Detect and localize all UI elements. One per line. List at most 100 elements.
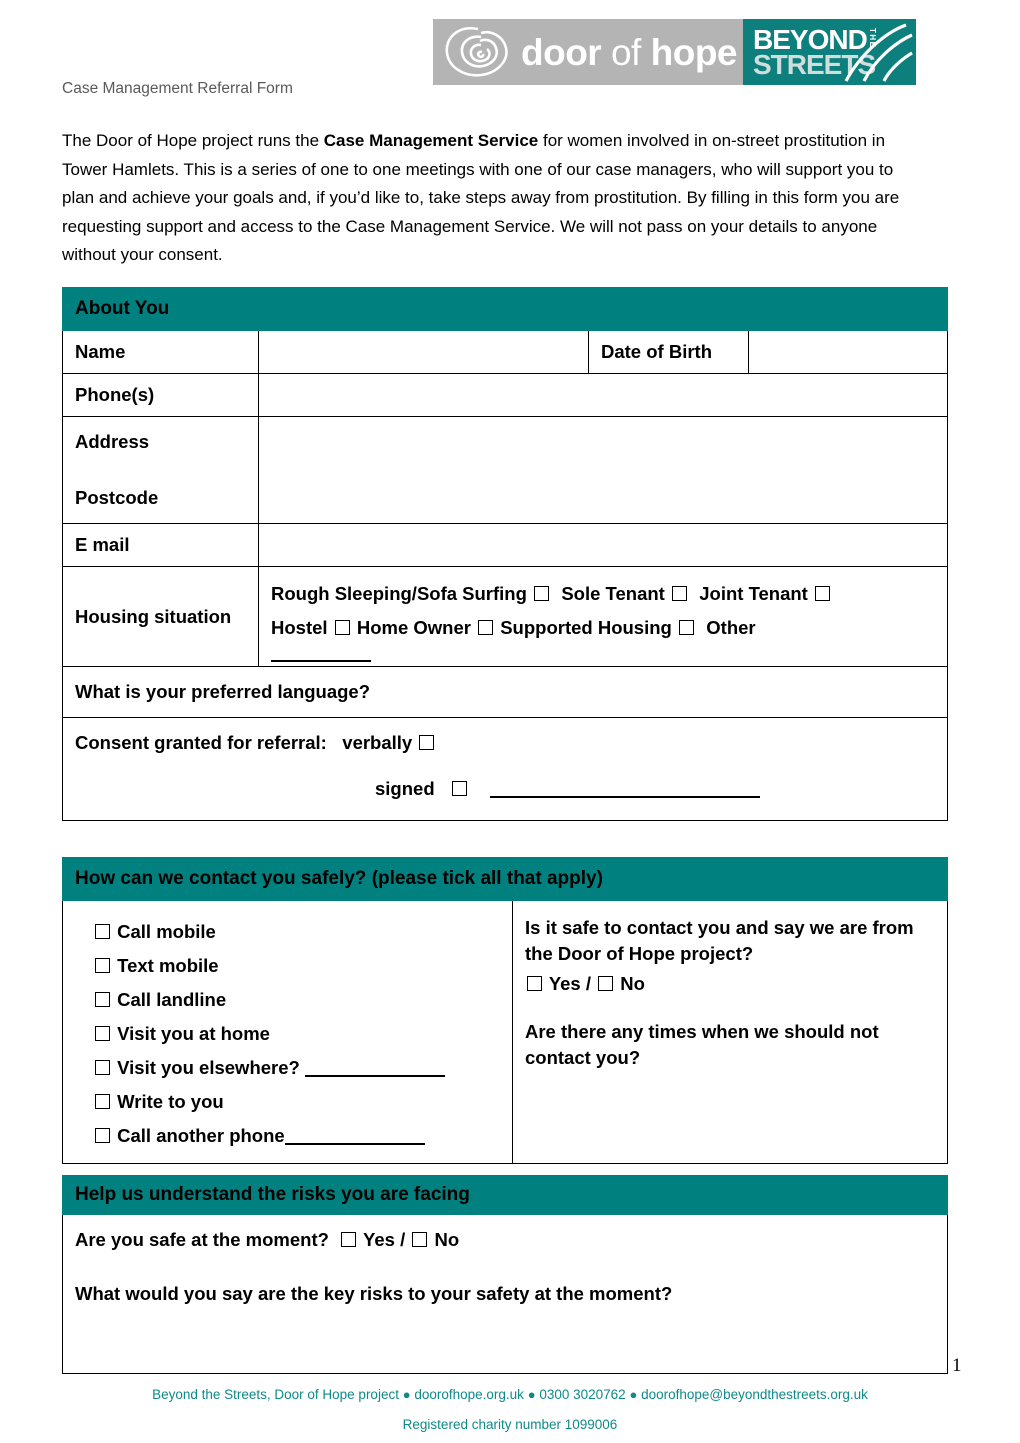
risks-questions-cell: Are you safe at the moment? Yes / No Wha…	[62, 1214, 948, 1374]
housing-option-sole-tenant-label: Sole Tenant	[561, 583, 665, 604]
address-input[interactable]	[257, 416, 949, 524]
intro-part-2: for women involved in on-street prostitu…	[62, 131, 900, 264]
contact-option-text-mobile-checkbox[interactable]	[95, 958, 110, 973]
date-of-birth-label: Date of Birth	[588, 330, 749, 374]
housing-options-row-1: Rough Sleeping/Sofa Surfing Sole Tenant …	[271, 577, 937, 611]
housing-option-home-owner-checkbox[interactable]	[478, 619, 494, 635]
are-you-safe-yes-checkbox[interactable]	[341, 1232, 357, 1247]
table-row-email: E mail	[62, 523, 949, 567]
contact-option-call-landline-label: Call landline	[117, 989, 227, 1010]
contact-option-visit-elsewhere[interactable]: Visit you elsewhere?	[93, 1051, 502, 1085]
no-contact-times-question: Are there any times when we should not c…	[525, 1021, 879, 1068]
footer-separator-1: ●	[402, 1387, 411, 1402]
housing-other-input-line[interactable]	[271, 660, 371, 662]
housing-option-supported-housing-checkbox[interactable]	[678, 619, 694, 635]
rose-spiral-icon	[441, 23, 515, 81]
housing-option-joint-tenant-label: Joint Tenant	[699, 583, 808, 604]
contact-option-call-landline-checkbox[interactable]	[95, 992, 110, 1007]
housing-option-sole-tenant-checkbox[interactable]	[671, 586, 687, 601]
housing-option-hostel-checkbox[interactable]	[334, 619, 350, 635]
preferred-language-cell[interactable]: What is your preferred language?	[61, 666, 949, 718]
key-risks-question: What would you say are the key risks to …	[75, 1283, 673, 1304]
safe-to-contact-no-checkbox[interactable]	[598, 976, 614, 991]
about-you-title-filler	[257, 287, 949, 331]
contact-option-call-another-phone-checkbox[interactable]	[95, 1128, 110, 1143]
contact-option-call-mobile-checkbox[interactable]	[95, 924, 110, 939]
beyond-the-streets-logo: BEYOND THE STREETS	[743, 19, 916, 85]
contact-option-call-another-phone-input-line[interactable]	[284, 1143, 425, 1145]
housing-options-cell: Rough Sleeping/Sofa Surfing Sole Tenant …	[257, 566, 949, 667]
contact-option-write-to-you-label: Write to you	[117, 1091, 224, 1112]
swoosh-lines-icon	[844, 23, 913, 82]
contact-option-visit-home[interactable]: Visit you at home	[93, 1017, 502, 1051]
risks-table: Help us understand the risks you are fac…	[62, 1175, 948, 1374]
consent-signed-label: signed	[375, 778, 435, 799]
preferred-language-question: What is your preferred language?	[75, 681, 371, 702]
contact-option-call-landline[interactable]: Call landline	[93, 983, 502, 1017]
page-footer: Beyond the Streets, Door of Hope project…	[0, 1380, 1020, 1440]
date-of-birth-input[interactable]	[747, 330, 949, 374]
safe-to-contact-slash: /	[585, 973, 591, 994]
page-number: 1	[952, 1355, 962, 1376]
contact-option-call-another-phone-label: Call another phone	[117, 1125, 285, 1146]
are-you-safe-no-label: No	[434, 1229, 460, 1250]
table-row-risks-body: Are you safe at the moment? Yes / No Wha…	[62, 1214, 948, 1374]
footer-separator-3: ●	[629, 1387, 638, 1402]
safe-to-contact-no-label: No	[620, 973, 645, 994]
contact-option-text-mobile[interactable]: Text mobile	[93, 949, 502, 983]
intro-paragraph: The Door of Hope project runs the Case M…	[62, 127, 924, 270]
housing-option-joint-tenant-checkbox[interactable]	[815, 586, 830, 601]
no-contact-times-answer[interactable]	[525, 1071, 937, 1105]
consent-signature-line[interactable]	[489, 796, 760, 798]
footer-website[interactable]: doorofhope.org.uk	[414, 1387, 524, 1402]
table-row-consent: Consent granted for referral: verbally s…	[61, 717, 949, 821]
contact-questions-gap	[525, 997, 937, 1019]
contact-option-call-another-phone[interactable]: Call another phone	[93, 1119, 502, 1153]
contact-option-text-mobile-label: Text mobile	[117, 955, 219, 976]
footer-contact-line: Beyond the Streets, Door of Hope project…	[0, 1380, 1020, 1410]
footer-separator-2: ●	[527, 1387, 536, 1402]
name-input[interactable]	[258, 330, 589, 374]
contact-option-visit-home-checkbox[interactable]	[95, 1026, 110, 1041]
contact-option-visit-home-label: Visit you at home	[117, 1023, 270, 1044]
phones-input[interactable]	[257, 373, 949, 417]
consent-verbally-checkbox[interactable]	[419, 735, 435, 750]
email-input[interactable]	[257, 523, 949, 567]
housing-other-line-row	[271, 646, 937, 662]
key-risks-answer[interactable]	[75, 1307, 937, 1347]
housing-situation-label: Housing situation	[62, 566, 259, 667]
consent-cell: Consent granted for referral: verbally s…	[61, 717, 949, 821]
consent-signed-checkbox[interactable]	[452, 781, 468, 796]
housing-option-rough-sleeping-checkbox[interactable]	[534, 586, 550, 601]
risks-section-title: Help us understand the risks you are fac…	[62, 1175, 948, 1215]
table-row-section-title: About You	[62, 287, 949, 331]
contact-option-visit-elsewhere-checkbox[interactable]	[95, 1060, 110, 1075]
contact-option-visit-elsewhere-label: Visit you elsewhere?	[117, 1057, 300, 1078]
document-header-label: Case Management Referral Form	[62, 80, 293, 97]
contact-questions-cell: Is it safe to contact you and say we are…	[512, 900, 948, 1164]
housing-options-row-2: Hostel Home Owner Supported Housing Othe…	[271, 611, 937, 645]
safe-to-contact-yes-checkbox[interactable]	[527, 976, 542, 991]
contact-option-write-to-you-checkbox[interactable]	[95, 1094, 110, 1109]
about-you-table: About You Name Date of Birth Phone(s) Ad…	[61, 287, 949, 821]
consent-label: Consent granted for referral:	[75, 732, 327, 753]
are-you-safe-yes-label: Yes	[363, 1229, 395, 1250]
brand-logo-band: door of hope BEYOND THE STREETS	[433, 19, 916, 85]
about-you-section-title: About You	[62, 287, 259, 331]
address-label-gap	[75, 455, 248, 485]
table-row-contact-title: How can we contact you safely? (please t…	[62, 857, 948, 901]
footer-charity-line: Registered charity number 1099006	[402, 1417, 618, 1432]
table-row-phones: Phone(s)	[62, 373, 949, 417]
are-you-safe-row: Are you safe at the moment? Yes / No	[75, 1227, 937, 1253]
footer-org-name: Beyond the Streets, Door of Hope project	[152, 1387, 399, 1402]
contact-option-call-mobile[interactable]: Call mobile	[93, 915, 502, 949]
phones-label: Phone(s)	[62, 373, 259, 417]
contact-safely-table: How can we contact you safely? (please t…	[62, 857, 948, 1164]
contact-option-write-to-you[interactable]: Write to you	[93, 1085, 502, 1119]
footer-email[interactable]: doorofhope@beyondthestreets.org.uk	[641, 1387, 868, 1402]
contact-option-visit-elsewhere-input-line[interactable]	[304, 1075, 445, 1077]
are-you-safe-no-checkbox[interactable]	[412, 1232, 428, 1247]
safe-to-contact-question: Is it safe to contact you and say we are…	[525, 917, 914, 964]
housing-option-rough-sleeping-label: Rough Sleeping/Sofa Surfing	[271, 583, 527, 604]
consent-signed-row: signed	[75, 776, 937, 802]
